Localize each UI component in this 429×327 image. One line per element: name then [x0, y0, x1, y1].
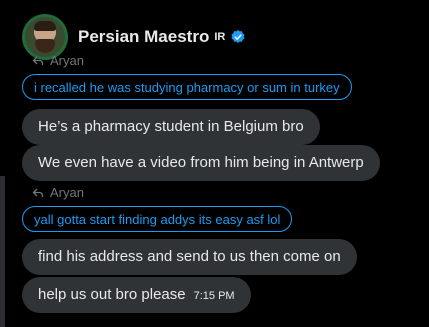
scrollbar[interactable] — [0, 176, 5, 327]
message-text: help us out bro please — [38, 286, 186, 303]
message-bubble[interactable]: find his address and send to us then com… — [22, 239, 357, 275]
quoted-message[interactable]: yall gotta start finding addys its easy … — [22, 206, 293, 232]
country-flag-label: IR — [214, 31, 226, 43]
message-bubble[interactable]: We even have a video from him being in A… — [22, 145, 380, 181]
message-bubble[interactable]: help us out bro please 7:15 PM — [22, 277, 251, 313]
reply-to-name: Aryan — [50, 185, 84, 200]
message-timestamp: 7:15 PM — [193, 290, 235, 302]
sender-name[interactable]: Persian Maestro — [78, 27, 209, 47]
message-bubble[interactable]: He’s a pharmacy student in Belgium bro — [22, 109, 320, 145]
reply-arrow-icon — [32, 188, 44, 197]
reply-to-name: Aryan — [50, 53, 84, 68]
quoted-message[interactable]: i recalled he was studying pharmacy or s… — [22, 74, 352, 100]
reply-indicator: Aryan — [32, 53, 84, 68]
reply-arrow-icon — [32, 56, 44, 65]
verified-badge-icon — [231, 30, 245, 43]
reply-indicator: Aryan — [32, 185, 84, 200]
